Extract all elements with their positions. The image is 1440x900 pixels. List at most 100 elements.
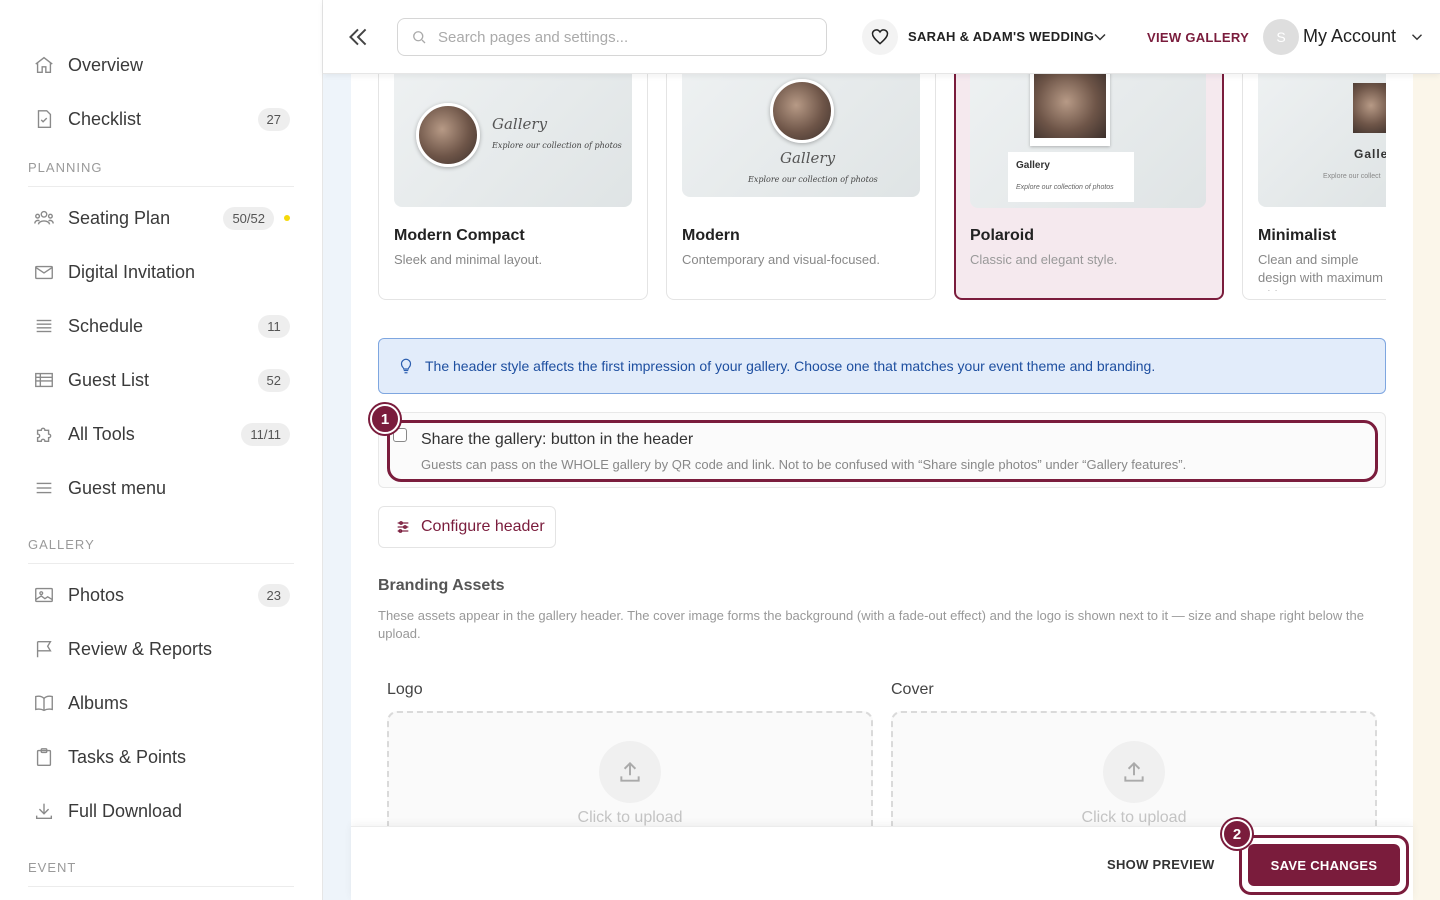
- card-title: Modern Compact: [394, 227, 525, 244]
- preview-title: Gallery: [780, 149, 836, 167]
- clipboard-icon: [32, 745, 56, 769]
- sidebar-item-full-download[interactable]: Full Download: [0, 784, 322, 838]
- sliders-icon: [397, 521, 409, 533]
- info-text: The header style affects the first impre…: [425, 358, 1156, 374]
- style-card-minimalist[interactable]: Galle Explore our collect Minimalist Cle…: [1242, 74, 1386, 300]
- sidebar-item-guest-menu[interactable]: Guest menu: [0, 461, 322, 515]
- couple-photo: [770, 79, 834, 143]
- mail-icon: [32, 260, 56, 284]
- couple-photo: [1034, 74, 1106, 138]
- preview-title: Gallery: [1016, 160, 1050, 171]
- style-preview-image: Gallery Explore our collection of photos: [394, 74, 632, 207]
- section-label-gallery: GALLERY: [28, 537, 95, 552]
- card-description: Sleek and minimal layout.: [394, 252, 543, 267]
- main-panel: Gallery Explore our collection of photos…: [351, 74, 1413, 900]
- upload-icon: [1103, 741, 1165, 803]
- sidebar-item-label: Schedule: [68, 315, 144, 336]
- preview-subtitle: Explore our collection of photos: [748, 175, 878, 184]
- divider: [28, 563, 294, 564]
- count-badge: 52: [257, 368, 290, 392]
- count-badge: 11: [258, 314, 290, 338]
- polaroid-frame: [1030, 74, 1110, 146]
- branding-description: These assets appear in the gallery heade…: [378, 608, 1364, 641]
- sidebar-item-label: Seating Plan: [68, 207, 171, 228]
- avatar[interactable]: S: [1263, 19, 1299, 55]
- sidebar-item-albums[interactable]: Albums: [0, 676, 322, 730]
- header-style-cards: Gallery Explore our collection of photos…: [378, 74, 1386, 300]
- sidebar-item-digital-invitation[interactable]: Digital Invitation: [0, 245, 322, 299]
- sidebar-item-label: Albums: [68, 692, 129, 713]
- step-badge-2: 2: [1222, 819, 1252, 849]
- style-card-modern[interactable]: Gallery Explore our collection of photos…: [666, 74, 936, 300]
- sidebar-item-label: All Tools: [68, 423, 135, 444]
- sidebar-item-tasks-points[interactable]: Tasks & Points: [0, 730, 322, 784]
- chevron-down-icon[interactable]: [1408, 28, 1426, 46]
- view-gallery-link[interactable]: VIEW GALLERY: [1147, 30, 1249, 45]
- preview-subtitle: Explore our collect: [1323, 173, 1381, 180]
- chevron-down-icon[interactable]: [1090, 27, 1110, 47]
- upload-icon: [599, 741, 661, 803]
- sidebar-item-all-tools[interactable]: All Tools 11/11: [0, 407, 322, 461]
- divider: [28, 186, 294, 187]
- search-input[interactable]: [438, 28, 798, 46]
- branding-title: Branding Assets: [378, 577, 505, 594]
- style-preview-image: Gallery Explore our collection of photos: [682, 74, 920, 197]
- footer-bar: SHOW PREVIEW SAVE CHANGES 2: [351, 819, 1413, 900]
- top-bar: SARAH & ADAM'S WEDDING VIEW GALLERY S My…: [323, 0, 1440, 74]
- preview-subtitle: Explore our collection of photos: [492, 141, 622, 150]
- sidebar-item-guest-list[interactable]: Guest List 52: [0, 353, 322, 407]
- sidebar: Overview Checklist 27 PLANNING Seating P…: [0, 0, 323, 900]
- account-menu[interactable]: My Account: [1303, 26, 1396, 47]
- list-icon: [32, 314, 56, 338]
- count-badge: 50/52: [223, 206, 274, 230]
- step-badge-1: 1: [370, 404, 400, 434]
- step-highlight-2: SAVE CHANGES: [1239, 835, 1409, 895]
- image-icon: [32, 583, 56, 607]
- puzzle-icon: [32, 422, 56, 446]
- event-selector[interactable]: SARAH & ADAM'S WEDDING: [908, 29, 1094, 44]
- sidebar-item-seating-plan[interactable]: Seating Plan 50/52: [0, 191, 322, 245]
- sidebar-item-label: Review & Reports: [68, 638, 213, 659]
- sidebar-item-schedule[interactable]: Schedule 11: [0, 299, 322, 353]
- save-changes-button[interactable]: SAVE CHANGES: [1248, 844, 1400, 886]
- card-title: Minimalist: [1258, 227, 1337, 244]
- configure-header-button[interactable]: Configure header: [378, 506, 556, 548]
- sidebar-item-label: Tasks & Points: [68, 746, 187, 767]
- sidebar-item-label: Photos: [68, 584, 125, 605]
- show-preview-button[interactable]: SHOW PREVIEW: [1107, 857, 1215, 872]
- info-banner: The header style affects the first impre…: [378, 338, 1386, 394]
- card-title: Polaroid: [970, 227, 1035, 244]
- card-description: Contemporary and visual-focused.: [682, 252, 880, 267]
- card-title: Modern: [682, 227, 740, 244]
- sidebar-item-photos[interactable]: Photos 23: [0, 568, 322, 622]
- collapse-sidebar-icon[interactable]: [345, 24, 371, 50]
- share-gallery-description: Guests can pass on the WHOLE gallery by …: [421, 457, 1187, 472]
- count-badge: 11/11: [241, 422, 290, 446]
- preview-title: Gallery: [492, 115, 548, 133]
- status-dot: [284, 215, 290, 221]
- home-icon: [32, 53, 56, 77]
- count-badge: 23: [257, 583, 290, 607]
- share-gallery-option: [378, 412, 1386, 488]
- sidebar-item-label: Full Download: [68, 800, 183, 821]
- background-strip: [1413, 74, 1440, 900]
- card-description: Classic and elegant style.: [970, 252, 1118, 267]
- people-icon: [32, 206, 56, 230]
- sidebar-item-checklist[interactable]: Checklist 27: [0, 92, 322, 146]
- sidebar-item-overview[interactable]: Overview: [0, 38, 322, 92]
- menu-icon: [32, 476, 56, 500]
- sidebar-item-label: Digital Invitation: [68, 261, 196, 282]
- couple-photo: [1353, 83, 1386, 133]
- search-box[interactable]: [397, 18, 827, 56]
- preview-title: Galle: [1354, 147, 1386, 161]
- couple-photo: [416, 103, 480, 167]
- search-icon: [413, 31, 426, 44]
- style-preview-image: Galle Explore our collect: [1258, 74, 1386, 207]
- preview-subtitle: Explore our collection of photos: [1016, 184, 1114, 191]
- sidebar-item-review-reports[interactable]: Review & Reports: [0, 622, 322, 676]
- logo-label: Logo: [387, 681, 423, 698]
- style-card-polaroid[interactable]: Gallery Explore our collection of photos…: [954, 74, 1224, 300]
- heart-icon[interactable]: [862, 19, 898, 55]
- style-card-modern-compact[interactable]: Gallery Explore our collection of photos…: [378, 74, 648, 300]
- download-icon: [32, 799, 56, 823]
